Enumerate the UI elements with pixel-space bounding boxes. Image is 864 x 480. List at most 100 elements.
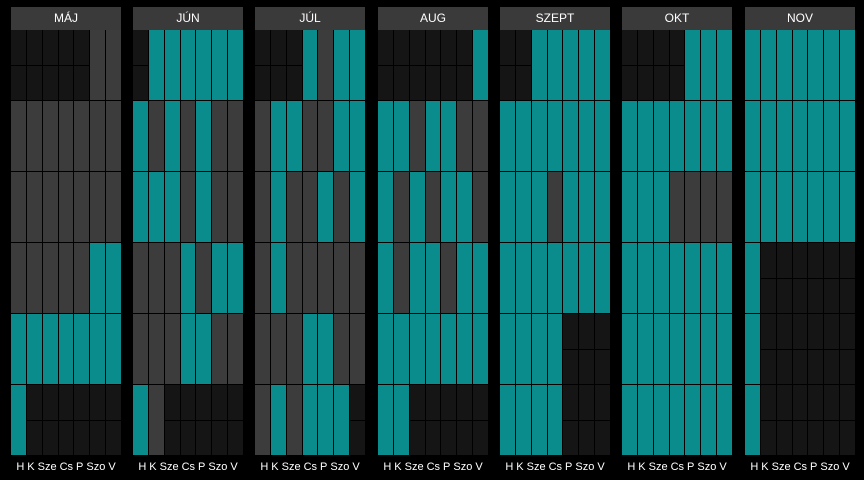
day-cell xyxy=(106,314,121,384)
weekday-label: K xyxy=(271,461,279,473)
day-cell xyxy=(180,172,196,242)
day-cell xyxy=(547,172,563,242)
calendar-grid xyxy=(622,30,732,455)
weekday-label: Cs xyxy=(426,461,441,473)
month-header: SZEPT xyxy=(500,7,610,30)
day-cell xyxy=(685,243,701,313)
day-cell xyxy=(228,101,243,171)
day-cell xyxy=(637,385,653,455)
day-cell xyxy=(148,30,164,100)
day-cell xyxy=(473,314,488,384)
day-cell xyxy=(685,314,701,384)
weekday-label: H xyxy=(138,461,147,473)
day-cell xyxy=(500,30,515,100)
weekday-label: Cs xyxy=(181,461,196,473)
day-cell xyxy=(669,243,685,313)
day-cell xyxy=(378,101,393,171)
day-cell xyxy=(11,172,26,242)
day-cell xyxy=(515,30,531,100)
weekday-label: H xyxy=(260,461,269,473)
day-cell xyxy=(808,243,824,313)
weekday-label: K xyxy=(761,461,769,473)
day-cell xyxy=(622,385,637,455)
day-cell xyxy=(669,30,685,100)
day-cell xyxy=(212,243,228,313)
month-card-jul: JÚL xyxy=(255,7,365,455)
weekday-label: Szo xyxy=(697,461,717,473)
day-cell xyxy=(637,314,653,384)
day-cell xyxy=(563,172,579,242)
day-cell xyxy=(824,314,840,384)
day-cell xyxy=(164,101,180,171)
month-card-szept: SZEPT xyxy=(500,7,610,455)
day-cell xyxy=(701,243,717,313)
day-cell xyxy=(653,30,669,100)
day-cell xyxy=(824,385,840,455)
day-cell xyxy=(42,243,58,313)
weekday-label: P xyxy=(76,461,84,473)
day-cell xyxy=(563,243,579,313)
weekday-label: V xyxy=(597,461,605,473)
weekday-labels: H K Sze Cs P Szo V xyxy=(11,457,121,477)
day-cell xyxy=(579,385,595,455)
month-card-jun: JÚN xyxy=(133,7,243,455)
day-cell xyxy=(808,314,824,384)
day-cell xyxy=(685,101,701,171)
day-cell xyxy=(653,243,669,313)
day-cell xyxy=(286,101,302,171)
day-cell xyxy=(106,30,121,100)
day-cell xyxy=(350,385,365,455)
day-cell xyxy=(717,243,732,313)
day-cell xyxy=(531,385,547,455)
weekday-label: Sze xyxy=(771,461,791,473)
day-cell xyxy=(441,243,457,313)
weekday-label: H xyxy=(383,461,392,473)
day-cell xyxy=(270,172,286,242)
month-header: AUG xyxy=(378,7,488,30)
weekday-label: Szo xyxy=(820,461,840,473)
calendar-grid xyxy=(11,30,121,455)
day-cell xyxy=(701,30,717,100)
day-cell xyxy=(196,314,212,384)
day-cell xyxy=(58,172,74,242)
day-cell xyxy=(637,101,653,171)
day-cell xyxy=(824,30,840,100)
day-cell xyxy=(457,172,473,242)
day-cell xyxy=(334,30,350,100)
day-cell xyxy=(792,172,808,242)
weekday-label: K xyxy=(27,461,35,473)
day-cell xyxy=(622,314,637,384)
day-cell xyxy=(441,30,457,100)
day-cell xyxy=(180,314,196,384)
day-cell xyxy=(11,243,26,313)
day-cell xyxy=(760,243,776,313)
day-cell xyxy=(595,243,610,313)
day-cell xyxy=(457,314,473,384)
day-cell xyxy=(622,172,637,242)
weekday-labels: H K Sze Cs P Szo V xyxy=(133,457,243,477)
weekday-labels: H K Sze Cs P Szo V xyxy=(255,457,365,477)
day-cell xyxy=(563,314,579,384)
day-cell xyxy=(58,101,74,171)
day-cell xyxy=(11,385,26,455)
day-cell xyxy=(717,314,732,384)
day-cell xyxy=(824,101,840,171)
day-cell xyxy=(425,314,441,384)
day-cell xyxy=(776,243,792,313)
day-cell xyxy=(776,385,792,455)
day-cell xyxy=(595,314,610,384)
day-cell xyxy=(74,30,90,100)
day-cell xyxy=(286,30,302,100)
day-cell xyxy=(148,385,164,455)
day-cell xyxy=(26,172,42,242)
day-cell xyxy=(500,101,515,171)
day-cell xyxy=(255,30,270,100)
day-cell xyxy=(547,101,563,171)
day-cell xyxy=(547,30,563,100)
day-cell xyxy=(669,314,685,384)
day-cell xyxy=(547,243,563,313)
day-cell xyxy=(378,385,393,455)
day-cell xyxy=(270,314,286,384)
day-cell xyxy=(425,172,441,242)
day-cell xyxy=(473,172,488,242)
